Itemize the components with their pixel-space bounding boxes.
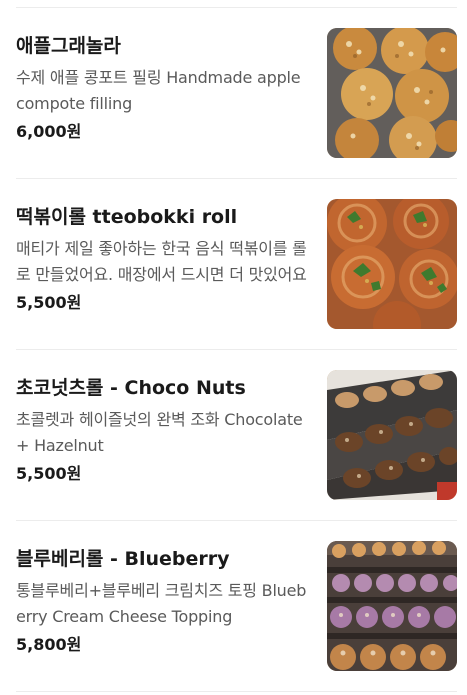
apple-granola-photo[interactable] (327, 28, 457, 158)
menu-item-price: 5,500원 (16, 293, 82, 312)
menu-item-name: 블루베리롤 - Blueberry (16, 548, 230, 570)
choco-nuts-roll-photo[interactable] (327, 370, 457, 500)
menu-item-name: 애플그래놀라 (16, 35, 121, 57)
menu-item-price: 5,500원 (16, 464, 82, 483)
menu-item-tteobokki-roll[interactable]: 떡볶이롤 tteobokki roll 매티가 제일 좋아하는 한국 음식 떡볶… (16, 179, 457, 350)
menu-item-price: 5,800원 (16, 635, 82, 654)
menu-item-text: 애플그래놀라 수제 애플 콩포트 필링 Handmade apple compo… (16, 33, 311, 143)
menu-item-description: 통블루베리+블루베리 크림치즈 토핑 Blueberry Cream Chees… (16, 581, 307, 626)
menu-item-name: 초코넛츠롤 - Choco Nuts (16, 377, 246, 399)
blueberry-roll-photo[interactable] (327, 541, 457, 671)
menu-item-name: 떡볶이롤 tteobokki roll (16, 206, 238, 228)
tteobokki-roll-photo[interactable] (327, 199, 457, 329)
menu-item-description: 초콜렛과 헤이즐넛의 완벽 조화 Chocolate + Hazelnut (16, 410, 303, 455)
menu-item-description: 매티가 제일 좋아하는 한국 음식 떡볶이를 롤로 만들었어요. 매장에서 드시… (16, 239, 307, 284)
menu-item-text: 블루베리롤 - Blueberry 통블루베리+블루베리 크림치즈 토핑 Blu… (16, 546, 311, 656)
menu-item-text: 떡볶이롤 tteobokki roll 매티가 제일 좋아하는 한국 음식 떡볶… (16, 204, 311, 314)
menu-list: 애플그래놀라 수제 애플 콩포트 필링 Handmade apple compo… (0, 8, 467, 692)
menu-item-description: 수제 애플 콩포트 필링 Handmade apple compote fill… (16, 68, 301, 113)
menu-item-apple-granola[interactable]: 애플그래놀라 수제 애플 콩포트 필링 Handmade apple compo… (16, 8, 457, 179)
menu-item-text: 초코넛츠롤 - Choco Nuts 초콜렛과 헤이즐넛의 완벽 조화 Choc… (16, 375, 311, 485)
menu-item-choco-nuts-roll[interactable]: 초코넛츠롤 - Choco Nuts 초콜렛과 헤이즐넛의 완벽 조화 Choc… (16, 350, 457, 521)
menu-item-price: 6,000원 (16, 122, 82, 141)
menu-item-blueberry-roll[interactable]: 블루베리롤 - Blueberry 통블루베리+블루베리 크림치즈 토핑 Blu… (16, 521, 457, 692)
